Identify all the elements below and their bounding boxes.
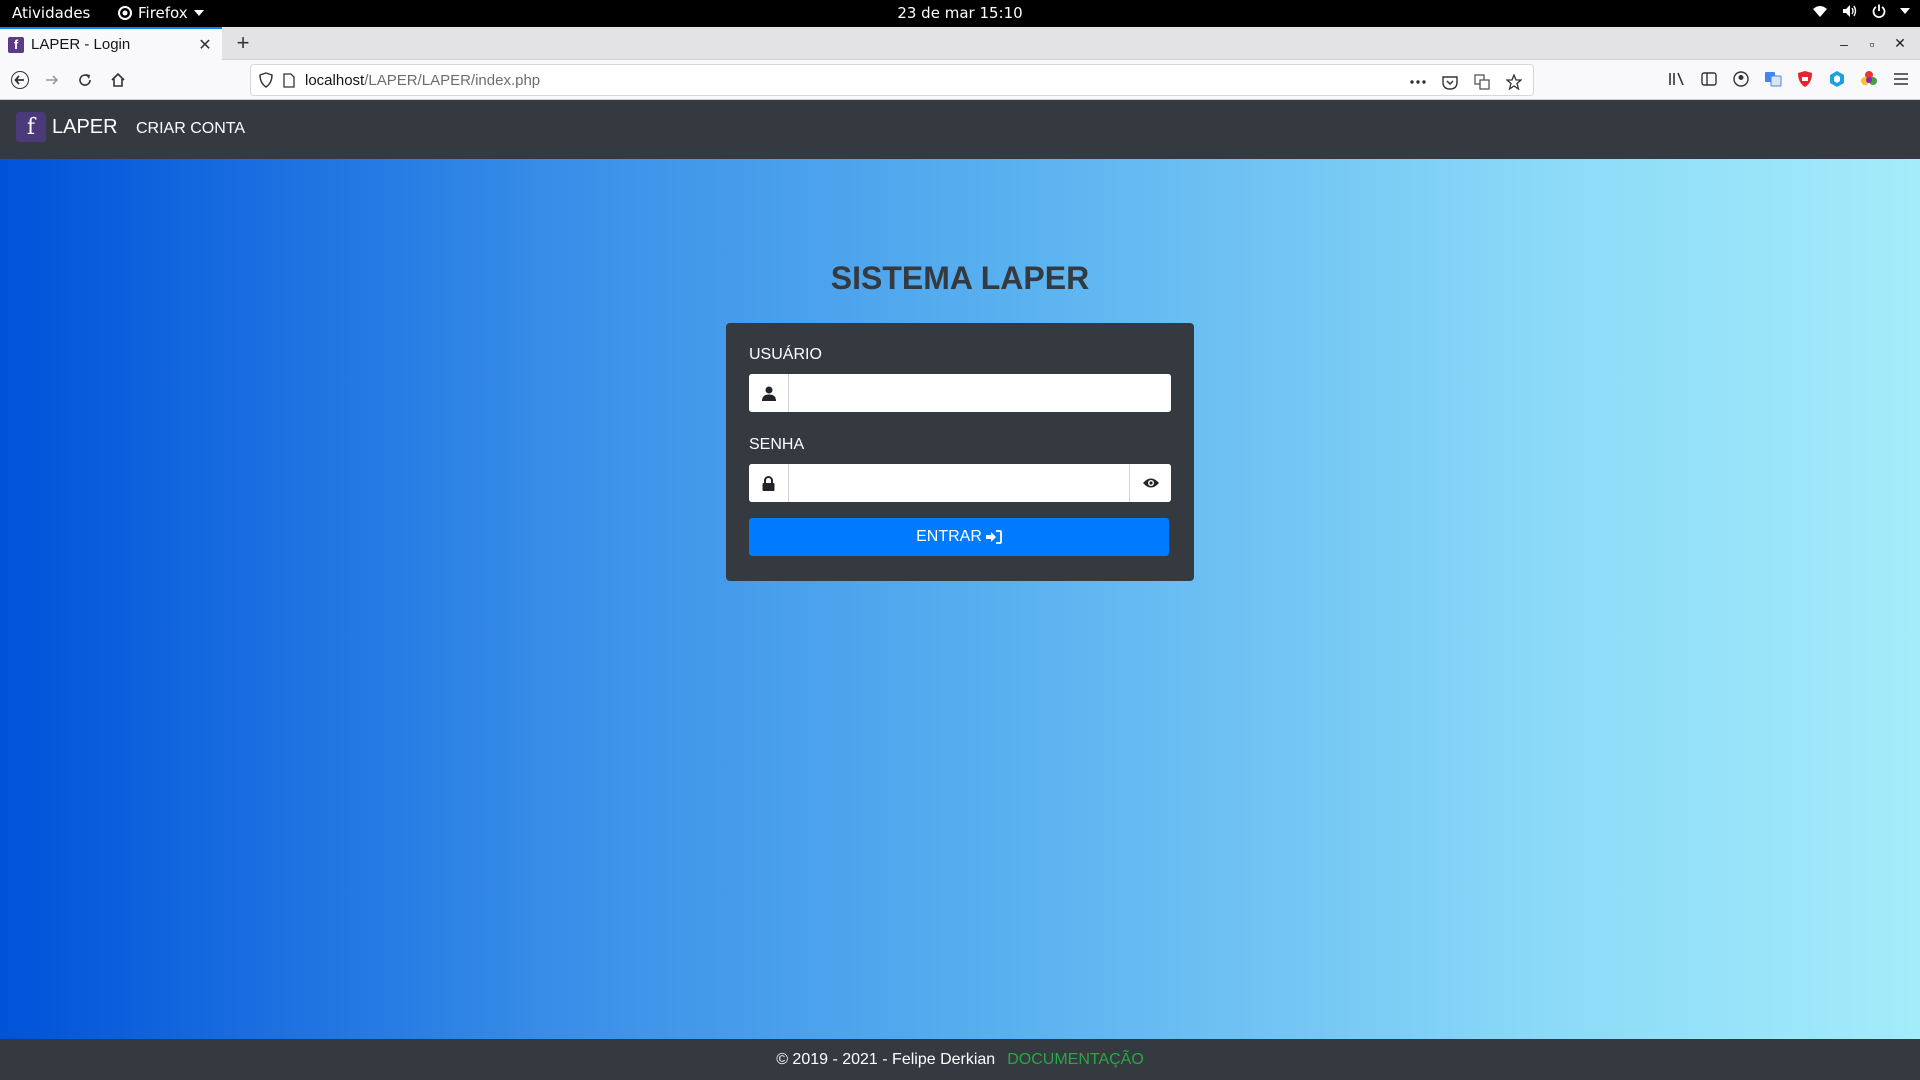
ublock-icon[interactable]: [1794, 68, 1816, 90]
wifi-icon: [1812, 4, 1828, 18]
system-top-bar: Atividades Firefox 23 de mar 15:10: [0, 0, 1920, 27]
reload-icon: [79, 74, 91, 86]
extension-cube-icon[interactable]: [1826, 68, 1848, 90]
page-title: SISTEMA LAPER: [830, 260, 1090, 296]
more-actions-icon[interactable]: [1407, 71, 1429, 93]
home-button[interactable]: [104, 66, 132, 94]
back-button[interactable]: [6, 66, 34, 94]
chevron-down-icon: [193, 9, 204, 17]
browser-tab[interactable]: f LAPER - Login ✕: [0, 27, 222, 60]
close-window-icon[interactable]: ✕: [1886, 35, 1914, 52]
app-menu[interactable]: Firefox: [118, 4, 204, 22]
color-extension-icon[interactable]: [1858, 68, 1880, 90]
chevron-down-icon: [1900, 7, 1910, 15]
forward-button[interactable]: [38, 66, 66, 94]
arrow-left-icon: [11, 71, 29, 89]
account-icon[interactable]: [1730, 68, 1752, 90]
status-menu[interactable]: [1812, 4, 1910, 18]
pocket-icon[interactable]: [1439, 71, 1461, 93]
login-button[interactable]: ENTRAR: [749, 518, 1169, 556]
username-group: [749, 374, 1171, 412]
eye-icon[interactable]: [1129, 464, 1171, 502]
brand-logo-icon: f: [16, 112, 46, 142]
url-path: /LAPER/LAPER/index.php: [364, 71, 541, 89]
page-icon[interactable]: [283, 72, 295, 88]
favicon-icon: f: [8, 36, 24, 53]
login-card: USUÁRIO SENHA ENTRAR: [726, 323, 1194, 581]
sidebar-icon[interactable]: [1698, 68, 1720, 90]
minimize-icon[interactable]: –: [1830, 36, 1858, 52]
hamburger-menu-icon[interactable]: [1890, 68, 1912, 90]
firefox-icon: [118, 6, 132, 20]
tab-strip: f LAPER - Login ✕ + – ▫ ✕: [0, 27, 1920, 60]
username-input[interactable]: [789, 374, 1171, 412]
new-tab-button[interactable]: +: [230, 30, 256, 56]
web-page: f LAPER CRIAR CONTA SISTEMA LAPER USUÁRI…: [0, 100, 1920, 1080]
brand-link[interactable]: f LAPER: [16, 112, 118, 142]
create-account-link[interactable]: CRIAR CONTA: [136, 120, 245, 138]
copyright-text: © 2019 - 2021 - Felipe Derkian: [776, 1050, 996, 1068]
home-icon: [111, 72, 125, 87]
window-controls: – ▫ ✕: [1830, 27, 1914, 60]
close-icon[interactable]: ✕: [196, 35, 214, 55]
bookmark-star-icon[interactable]: [1503, 71, 1525, 93]
tab-title: LAPER - Login: [31, 36, 131, 53]
translate-extension-icon[interactable]: [1762, 68, 1784, 90]
username-label: USUÁRIO: [749, 346, 822, 363]
volume-icon: [1842, 4, 1858, 18]
url-host: localhost: [305, 71, 365, 89]
lock-icon: [749, 464, 789, 502]
password-group: [749, 464, 1171, 502]
documentation-link[interactable]: DOCUMENTAÇÃO: [1007, 1051, 1144, 1069]
password-input[interactable]: [789, 464, 1129, 502]
arrow-right-icon: [46, 75, 59, 85]
nav-toolbar: localhost/LAPER/LAPER/index.php: [0, 60, 1920, 100]
login-button-label: ENTRAR: [916, 528, 982, 545]
brand-name: LAPER: [52, 115, 118, 138]
app-navbar: f LAPER CRIAR CONTA: [0, 100, 1920, 159]
maximize-icon[interactable]: ▫: [1858, 36, 1886, 52]
app-menu-label: Firefox: [138, 4, 188, 22]
activities-button[interactable]: Atividades: [12, 4, 90, 22]
toolbar-right: [1666, 68, 1912, 90]
reload-button[interactable]: [71, 66, 99, 94]
page-footer: © 2019 - 2021 - Felipe Derkian DOCUMENTA…: [0, 1039, 1920, 1080]
clock[interactable]: 23 de mar 15:10: [897, 4, 1022, 22]
user-icon: [749, 374, 789, 412]
sign-in-icon: [985, 530, 1002, 544]
shield-icon[interactable]: [259, 72, 273, 88]
url-bar[interactable]: localhost/LAPER/LAPER/index.php: [250, 64, 1534, 96]
translate-icon[interactable]: [1471, 71, 1493, 93]
power-icon: [1872, 4, 1886, 18]
library-icon[interactable]: [1666, 68, 1688, 90]
password-label: SENHA: [749, 436, 805, 453]
